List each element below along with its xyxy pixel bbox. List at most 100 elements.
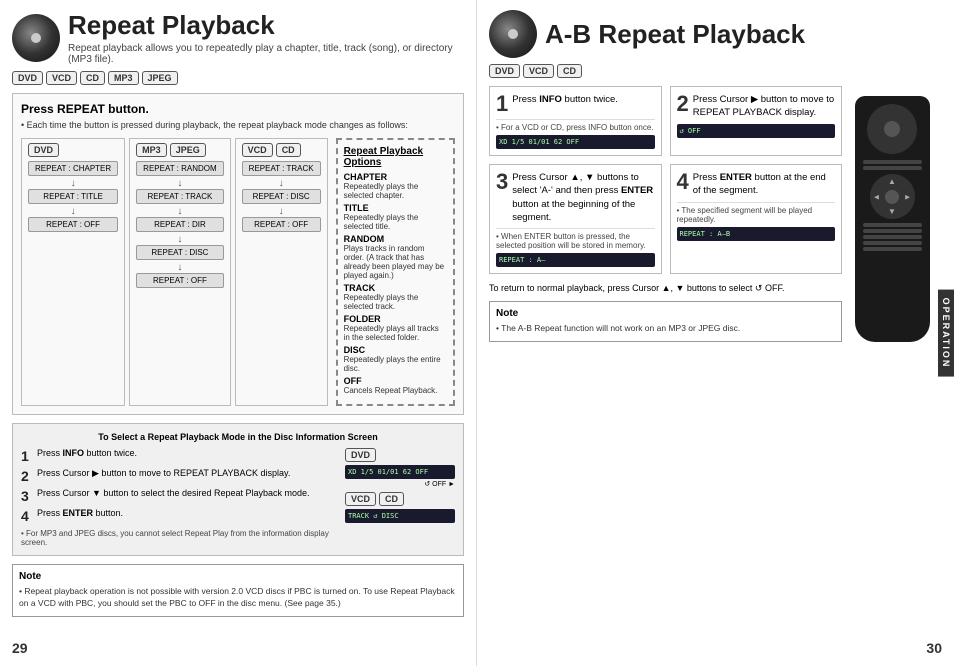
ab-step-header-3: 3 Press Cursor ▲, ▼ buttons to select 'A… [496,171,655,224]
remote-btn-6 [863,241,922,245]
option-disc: DISC Repeatedly plays the entire disc. [344,345,447,373]
right-format-badges: DVD VCD CD [489,64,942,78]
ab-step-header-1: 1 Press INFO button twice. [496,93,655,115]
press-repeat-box: Press REPEAT button. • Each time the but… [12,93,464,415]
right-content: 1 Press INFO button twice. • For a VCD o… [489,86,942,342]
right-page-number: 30 [926,640,942,656]
badge-jpeg: JPEG [142,71,178,85]
info-screen-note: • For MP3 and JPEG discs, you cannot sel… [21,529,337,547]
vcdcd-badge-info: VCD CD [345,492,455,506]
left-format-badges: DVD VCD CD MP3 JPEG [12,71,464,85]
ab-step-num-2: 2 [677,93,689,115]
ab-step-num-1: 1 [496,93,508,115]
right-note-text: • The A-B Repeat function will not work … [496,323,835,335]
vcdcd-diagram: VCD CD REPEAT : TRACK ↓ REPEAT : DISC ↓ … [235,138,328,406]
ab-step-num-3: 3 [496,171,508,193]
option-off-label: OFF [344,376,447,386]
left-page-subtitle: Repeat playback allows you to repeatedly… [68,43,464,65]
dvd-screen-mocks: DVD XD 1/5 01/01 62 OFF ↺ OFF ► VCD CD T… [345,448,455,547]
badge-mp3: MP3 [108,71,139,85]
remote-btn-1 [863,160,922,164]
option-folder: FOLDER Repeatedly plays all tracks in th… [344,314,447,342]
badge-vcd-info: VCD [345,492,376,506]
step-num-3: 3 [21,488,33,504]
ab-step-desc-2: Press Cursor ▶ button to move to REPEAT … [693,93,835,120]
vcdcd-badge-row: VCD CD [242,143,321,157]
option-track-label: TRACK [344,283,447,293]
option-random-desc: Plays tracks in random order. (A track t… [344,244,447,280]
mp3-item-2: REPEAT : TRACK [136,189,224,204]
right-note-box: Note • The A-B Repeat function will not … [489,301,842,342]
right-remote: ▲ ▼ ◄ ► [842,86,942,342]
option-disc-label: DISC [344,345,447,355]
right-page: OPERATION A-B Repeat Playback DVD VCD CD [477,0,954,666]
screen-mock-1: XD 1/5 01/01 62 OFF [345,465,455,479]
ab-screen-2: ↺ OFF [677,124,836,138]
right-badge-dvd: DVD [489,64,520,78]
screen-mock-2: TRACK ↺ DISC [345,509,455,523]
badge-vcd: VCD [46,71,77,85]
step-text-3: Press Cursor ▼ button to select the desi… [37,488,310,500]
mp3-item-4: REPEAT : DISC [136,245,224,260]
disc-icon-right [489,10,537,58]
ab-step-box-1: 1 Press INFO button twice. • For a VCD o… [489,86,662,156]
remote-btn-7 [863,247,922,251]
ab-step-header-2: 2 Press Cursor ▶ button to move to REPEA… [677,93,836,120]
mp3-arrow-2: ↓ [136,206,224,217]
vcd-arrow-2: ↓ [242,206,321,217]
remote-disc-area [867,104,917,154]
info-steps: 1 Press INFO button twice. 2 Press Curso… [21,448,337,524]
mp3-item-5: REPEAT : OFF [136,273,224,288]
vcd-item-2: REPEAT : DISC [242,189,321,204]
ab-step-box-4: 4 Press ENTER button at the end of the s… [670,164,843,274]
ab-step-num-4: 4 [677,171,689,193]
dvd-badge-row: DVD [28,143,118,157]
left-page-title: Repeat Playback [68,10,464,41]
option-random: RANDOM Plays tracks in random order. (A … [344,234,447,280]
badge-cd-info: CD [379,492,404,506]
step-text-2: Press Cursor ▶ button to move to REPEAT … [37,468,290,480]
step-num-2: 2 [21,468,33,484]
info-step-2: 2 Press Cursor ▶ button to move to REPEA… [21,468,337,484]
ab-step-box-3: 3 Press Cursor ▲, ▼ buttons to select 'A… [489,164,662,274]
option-chapter-desc: Repeatedly plays the selected chapter. [344,182,447,200]
remote-btn-2 [863,166,922,170]
dvd-item-2: REPEAT : TITLE [28,189,118,204]
mp3-item-3: REPEAT : DIR [136,217,224,232]
info-screen-box: To Select a Repeat Playback Mode in the … [12,423,464,556]
option-off-desc: Cancels Repeat Playback. [344,386,447,395]
mp3-item-1: REPEAT : RANDOM [136,161,224,176]
dvd-diagram: DVD REPEAT : CHAPTER ↓ REPEAT : TITLE ↓ … [21,138,125,406]
option-title-desc: Repeatedly plays the selected title. [344,213,447,231]
ab-screen-3: REPEAT : A— [496,253,655,267]
dvd-badge-info: DVD [345,448,455,462]
vcd-badge2: VCD [242,143,273,157]
info-step-1: 1 Press INFO button twice. [21,448,337,464]
option-disc-desc: Repeatedly plays the entire disc. [344,355,447,373]
ab-step-note-1: • For a VCD or CD, press INFO button onc… [496,119,655,132]
right-badge-vcd: VCD [523,64,554,78]
remote-btn-5 [863,235,922,239]
vcd-arrow-1: ↓ [242,178,321,189]
mp3-arrow-3: ↓ [136,234,224,245]
option-title: TITLE Repeatedly plays the selected titl… [344,203,447,231]
info-step-3: 3 Press Cursor ▼ button to select the de… [21,488,337,504]
left-header: Repeat Playback Repeat playback allows y… [12,10,464,65]
remote-btn-3 [863,223,922,227]
remote-dpad: ▲ ▼ ◄ ► [870,174,915,219]
left-note-box: Note • Repeat playback operation is not … [12,564,464,617]
mp3jpeg-diagram: MP3 JPEG REPEAT : RANDOM ↓ REPEAT : TRAC… [129,138,231,406]
return-note: To return to normal playback, press Curs… [489,282,842,295]
ab-step-desc-1: Press INFO button twice. [512,93,618,106]
ab-step-note-3: • When ENTER button is pressed, the sele… [496,228,655,250]
ab-step-header-4: 4 Press ENTER button at the end of the s… [677,171,836,198]
option-random-label: RANDOM [344,234,447,244]
dvd-item-1: REPEAT : CHAPTER [28,161,118,176]
left-page: Repeat Playback Repeat playback allows y… [0,0,477,666]
repeat-options-box: Repeat Playback Options CHAPTER Repeated… [336,138,455,406]
option-chapter-label: CHAPTER [344,172,447,182]
option-off: OFF Cancels Repeat Playback. [344,376,447,395]
dvd-arrow-2: ↓ [28,206,118,217]
step-text-4: Press ENTER button. [37,508,123,520]
main-box-title: Press REPEAT button. [21,102,455,116]
